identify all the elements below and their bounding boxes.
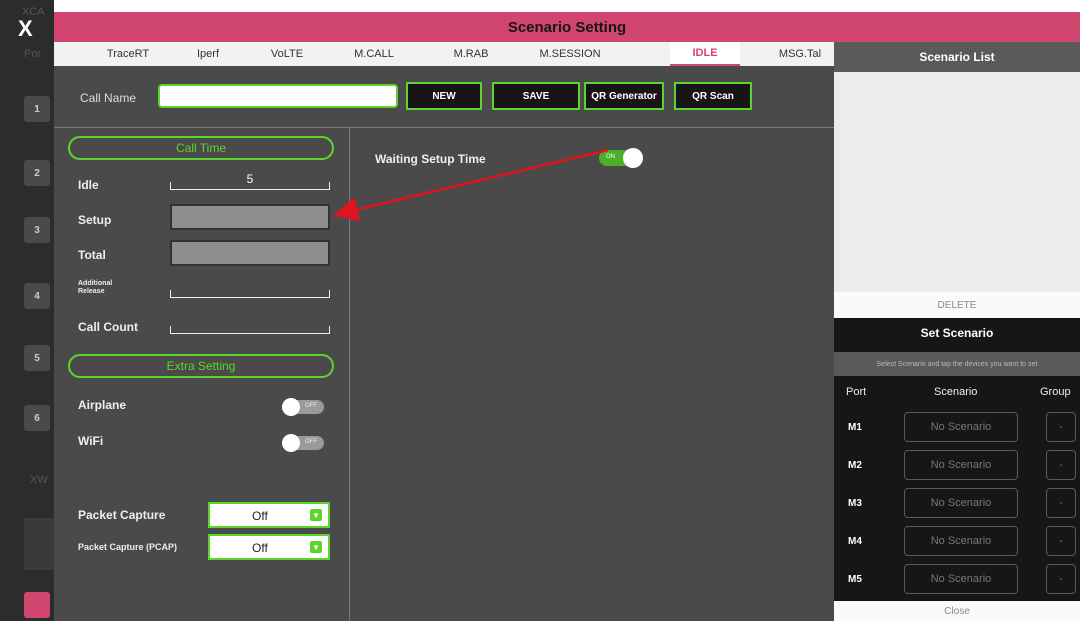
scenario-list-header: Scenario List <box>834 42 1080 72</box>
delete-button[interactable]: DELETE <box>834 292 1080 318</box>
port-label: M5 <box>848 574 862 585</box>
modal-title: Scenario Setting <box>507 18 627 36</box>
tab-tracert[interactable]: TraceRT <box>88 42 168 66</box>
background-app-sidebar: XCA Por 1 2 3 4 5 6 XW <box>0 0 54 621</box>
chevron-down-icon: ▼ <box>310 541 322 553</box>
call-name-input[interactable] <box>158 84 398 108</box>
wifi-toggle[interactable]: OFF <box>282 434 324 452</box>
set-scenario-title: Set Scenario <box>920 326 994 340</box>
tab-msgtalk[interactable]: MSG.Tal <box>766 42 834 66</box>
scenario-select[interactable]: No Scenario <box>904 412 1018 442</box>
waiting-setup-time-label: Waiting Setup Time <box>375 152 486 166</box>
tab-volte[interactable]: VoLTE <box>252 42 322 66</box>
tab-mcall[interactable]: M.CALL <box>334 42 414 66</box>
title-bar: Scenario Setting <box>54 12 1080 42</box>
packet-capture-value: Off <box>252 509 268 523</box>
toolbar: Call Name NEW SAVE QR Generator QR Scan <box>54 66 834 128</box>
close-button[interactable]: Close <box>834 601 1080 621</box>
port-column-header: Port <box>846 386 867 398</box>
scenario-column-header: Scenario <box>934 386 978 398</box>
group-select[interactable]: - <box>1046 526 1076 556</box>
set-scenario-hint: Select Scenario and tap the devices you … <box>834 352 1080 376</box>
background-block <box>24 518 54 570</box>
airplane-toggle[interactable]: OFF <box>282 398 324 416</box>
airplane-label: Airplane <box>78 398 127 412</box>
scenario-side-panel: Scenario List DELETE Set Scenario Select… <box>834 42 1080 621</box>
tab-mrab[interactable]: M.RAB <box>436 42 506 66</box>
scenario-select[interactable]: No Scenario <box>904 564 1018 594</box>
background-port-number: 5 <box>24 345 50 371</box>
background-label: Por <box>24 48 42 60</box>
detail-panel: Waiting Setup Time ON <box>351 128 834 621</box>
settings-panel: Call Time Idle 5 Setup Total Additional … <box>54 128 350 621</box>
tab-iperf[interactable]: Iperf <box>174 42 242 66</box>
scenario-setting-modal: Scenario Setting TraceRT Iperf VoLTE M.C… <box>54 12 1080 621</box>
additional-release-field[interactable] <box>170 290 330 298</box>
background-port-number: 6 <box>24 405 50 431</box>
close-icon[interactable]: X <box>18 16 33 42</box>
waiting-setup-time-state: ON <box>606 154 615 160</box>
idle-field[interactable]: 5 <box>170 172 330 190</box>
group-column-header: Group <box>1040 386 1071 398</box>
group-select[interactable]: - <box>1046 488 1076 518</box>
packet-capture-dropdown[interactable]: Off ▼ <box>208 502 330 528</box>
scenario-select[interactable]: No Scenario <box>904 450 1018 480</box>
background-port-number: 4 <box>24 283 50 309</box>
tab-bar: TraceRT Iperf VoLTE M.CALL M.RAB M.SESSI… <box>54 42 834 66</box>
background-label: XW <box>30 474 48 486</box>
port-label: M3 <box>848 498 862 509</box>
idle-label: Idle <box>78 178 99 192</box>
background-port-number: 2 <box>24 160 50 186</box>
airplane-toggle-state: OFF <box>305 403 317 409</box>
setup-label: Setup <box>78 213 112 227</box>
idle-value: 5 <box>246 172 254 186</box>
scenario-select[interactable]: No Scenario <box>904 488 1018 518</box>
total-field <box>170 240 330 266</box>
additional-release-label: Additional Release <box>78 280 113 295</box>
qr-generator-button[interactable]: QR Generator <box>584 82 664 110</box>
call-count-field[interactable] <box>170 326 330 334</box>
pcap-label: Packet Capture (PCAP) <box>78 542 178 552</box>
set-scenario-area: Set Scenario Select Scenario and tap the… <box>834 318 1080 601</box>
qr-scan-button[interactable]: QR Scan <box>674 82 752 110</box>
tab-msession[interactable]: M.SESSION <box>520 42 620 66</box>
port-label: M1 <box>848 422 862 433</box>
call-name-label: Call Name <box>80 91 137 105</box>
new-button[interactable]: NEW <box>406 82 482 110</box>
toggle-knob <box>623 148 643 168</box>
background-app-icon <box>24 592 50 618</box>
save-button[interactable]: SAVE <box>492 82 580 110</box>
group-select[interactable]: - <box>1046 450 1076 480</box>
wifi-label: WiFi <box>78 434 104 448</box>
extra-setting-section: Extra Setting <box>68 354 334 378</box>
background-port-number: 3 <box>24 217 50 243</box>
call-count-label: Call Count <box>78 320 138 334</box>
total-label: Total <box>78 248 106 262</box>
toggle-knob <box>282 398 300 416</box>
tab-idle[interactable]: IDLE <box>670 42 740 66</box>
port-label: M4 <box>848 536 862 547</box>
group-select[interactable]: - <box>1046 412 1076 442</box>
group-select[interactable]: - <box>1046 564 1076 594</box>
port-label: M2 <box>848 460 862 471</box>
pcap-dropdown[interactable]: Off ▼ <box>208 534 330 560</box>
background-port-number: 1 <box>24 96 50 122</box>
setup-field <box>170 204 330 230</box>
pcap-value: Off <box>252 541 268 555</box>
wifi-toggle-state: OFF <box>305 439 317 445</box>
waiting-setup-time-toggle[interactable]: ON <box>599 148 643 168</box>
scenario-list[interactable] <box>834 72 1080 292</box>
scenario-select[interactable]: No Scenario <box>904 526 1018 556</box>
chevron-down-icon: ▼ <box>310 509 322 521</box>
toggle-knob <box>282 434 300 452</box>
packet-capture-label: Packet Capture <box>78 508 166 522</box>
call-time-section: Call Time <box>68 136 334 160</box>
